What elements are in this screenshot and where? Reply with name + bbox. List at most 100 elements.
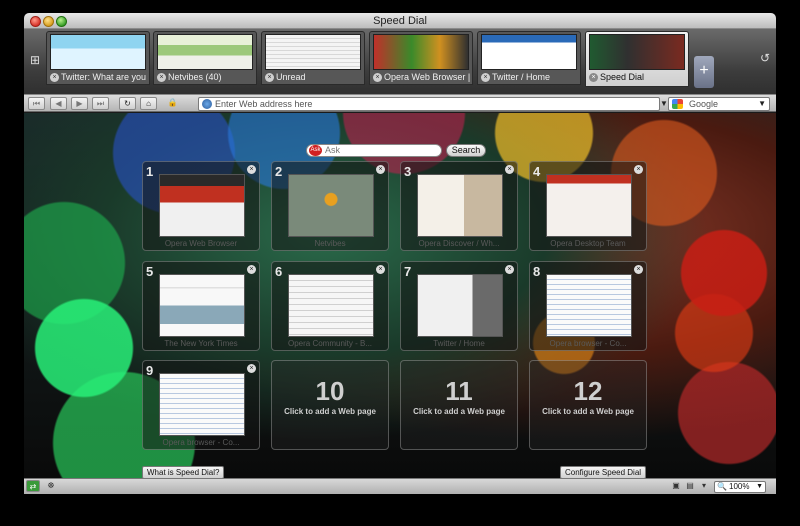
dial-label: Opera browser - Co... (549, 339, 627, 348)
view-icon[interactable]: ▤ (684, 480, 696, 492)
close-dial-icon[interactable]: × (505, 165, 514, 174)
tab-twitter-home[interactable]: × Twitter / Home (477, 31, 581, 85)
speed-dial-5[interactable]: 5 × The New York Times (142, 261, 260, 351)
navigation-bar: ⏮ ◀ ▶ ⏭ ↻ ⌂ 🔒 Enter Web address here ▼ G… (24, 94, 776, 112)
zoom-dropdown-icon[interactable]: ▼ (756, 482, 763, 492)
tab-label: Unread (276, 72, 306, 82)
close-tab-icon[interactable]: × (265, 73, 274, 82)
search-engine-dropdown-icon[interactable]: ▼ (758, 98, 766, 110)
dial-label: Opera Desktop Team (550, 239, 626, 248)
speed-dial-1[interactable]: 1 × Opera Web Browser (142, 161, 260, 251)
speed-dial-3[interactable]: 3 × Opera Discover / Wh... (400, 161, 518, 251)
close-dial-icon[interactable]: × (247, 165, 256, 174)
close-dial-icon[interactable]: × (505, 265, 514, 274)
speed-dial-2[interactable]: 2 × Netvibes (271, 161, 389, 251)
speed-dial-10-empty[interactable]: 10 Click to add a Web page (271, 360, 389, 450)
add-web-page-label: Click to add a Web page (413, 407, 505, 416)
tab-opera[interactable]: × Opera Web Browser | Fa... (369, 31, 473, 85)
tab-thumbnail (157, 34, 253, 70)
close-tab-icon[interactable]: × (481, 73, 490, 82)
close-tab-icon[interactable]: × (589, 73, 598, 82)
dial-number: 5 (146, 264, 154, 279)
close-dial-icon[interactable]: × (376, 265, 385, 274)
dial-thumbnail (159, 373, 245, 436)
fast-forward-button[interactable]: ⏭ (92, 97, 109, 110)
new-tab-button[interactable]: + (694, 56, 714, 88)
add-web-page-label: Click to add a Web page (284, 407, 376, 416)
ask-logo-icon: Ask (309, 145, 322, 156)
rewind-button[interactable]: ⏮ (28, 97, 45, 110)
panel-toggle-icon[interactable]: ⊞ (28, 53, 42, 67)
search-button[interactable]: Search (446, 144, 486, 157)
tab-unread[interactable]: × Unread (261, 31, 365, 85)
close-tab-icon[interactable]: × (50, 73, 59, 82)
globe-icon (202, 99, 212, 109)
tab-speed-dial[interactable]: × Speed Dial (585, 31, 689, 87)
images-icon[interactable]: ▣ (670, 480, 682, 492)
dial-label: The New York Times (164, 339, 238, 348)
turbo-icon[interactable]: ☸ (44, 480, 58, 492)
dial-number: 10 (315, 376, 345, 406)
speed-dial-4[interactable]: 4 × Opera Desktop Team (529, 161, 647, 251)
dial-thumbnail (546, 174, 632, 237)
dial-number: 4 (533, 164, 541, 179)
tab-thumbnail (50, 34, 146, 70)
speed-dial-12-empty[interactable]: 12 Click to add a Web page (529, 360, 647, 450)
back-button[interactable]: ◀ (50, 97, 67, 110)
speed-dial-8[interactable]: 8 × Opera browser - Co... (529, 261, 647, 351)
dial-label: Opera Discover / Wh... (418, 239, 500, 248)
dial-number: 2 (275, 164, 283, 179)
tab-twitter[interactable]: × Twitter: What are you do... (46, 31, 150, 85)
reload-button[interactable]: ↻ (119, 97, 136, 110)
tab-label: Opera Web Browser | Fa... (384, 72, 470, 82)
tab-thumbnail (265, 34, 361, 70)
close-dial-icon[interactable]: × (247, 364, 256, 373)
speed-dial-6[interactable]: 6 × Opera Community - B... (271, 261, 389, 351)
dial-label: Netvibes (314, 239, 346, 248)
panel-icon[interactable]: ⇄ (26, 480, 40, 492)
title-bar: Speed Dial (24, 13, 776, 29)
closed-tabs-icon[interactable]: ↺ (758, 51, 772, 65)
address-field[interactable]: Enter Web address here (198, 97, 660, 111)
speed-dial-11-empty[interactable]: 11 Click to add a Web page (400, 360, 518, 450)
close-tab-icon[interactable]: × (373, 73, 382, 82)
tab-netvibes[interactable]: × Netvibes (40) (153, 31, 257, 85)
view-dropdown-icon[interactable]: ▾ (698, 480, 710, 492)
address-dropdown-icon[interactable]: ▼ (660, 98, 668, 110)
configure-speed-dial-button[interactable]: Configure Speed Dial (560, 466, 647, 478)
dial-label: Opera browser - Co... (162, 438, 240, 447)
dial-thumbnail (288, 174, 374, 237)
browser-window: Speed Dial ⊞ × Twitter: What are you do.… (24, 13, 776, 494)
magnifier-icon: 🔍 (717, 482, 727, 491)
home-button[interactable]: ⌂ (140, 97, 157, 110)
dial-number: 9 (146, 363, 154, 378)
tab-bar: ⊞ × Twitter: What are you do... × Netvib… (24, 29, 776, 100)
dial-number: 7 (404, 264, 412, 279)
window-title: Speed Dial (373, 15, 427, 27)
tab-thumbnail (373, 34, 469, 70)
dial-number: 3 (404, 164, 412, 179)
close-dial-icon[interactable]: × (634, 165, 643, 174)
tab-thumbnail (589, 34, 685, 70)
tab-label: Speed Dial (600, 72, 645, 82)
speed-dial-9[interactable]: 9 × Opera browser - Co... (142, 360, 260, 450)
speed-dial-7[interactable]: 7 × Twitter / Home (400, 261, 518, 351)
dial-thumbnail (159, 174, 245, 237)
dial-label: Opera Web Browser (164, 239, 238, 248)
ask-placeholder: Ask (325, 145, 341, 155)
close-dial-icon[interactable]: × (634, 265, 643, 274)
status-bar: ⇄ ☸ ▣ ▤ ▾ 🔍 100% ▼ (24, 478, 776, 494)
close-tab-icon[interactable]: × (157, 73, 166, 82)
close-dial-icon[interactable]: × (376, 165, 385, 174)
close-dial-icon[interactable]: × (247, 265, 256, 274)
dial-number: 12 (573, 376, 603, 406)
search-engine-field[interactable]: Google ▼ (668, 97, 770, 111)
dial-label: Opera Community - B... (287, 339, 373, 348)
what-is-speed-dial-button[interactable]: What is Speed Dial? (142, 466, 225, 478)
add-web-page-label: Click to add a Web page (542, 407, 634, 416)
zoom-select[interactable]: 🔍 100% ▼ (714, 481, 766, 493)
ask-search-input[interactable]: Ask Ask (306, 144, 442, 157)
dial-thumbnail (546, 274, 632, 337)
tab-thumbnail (481, 34, 577, 70)
forward-button[interactable]: ▶ (71, 97, 88, 110)
